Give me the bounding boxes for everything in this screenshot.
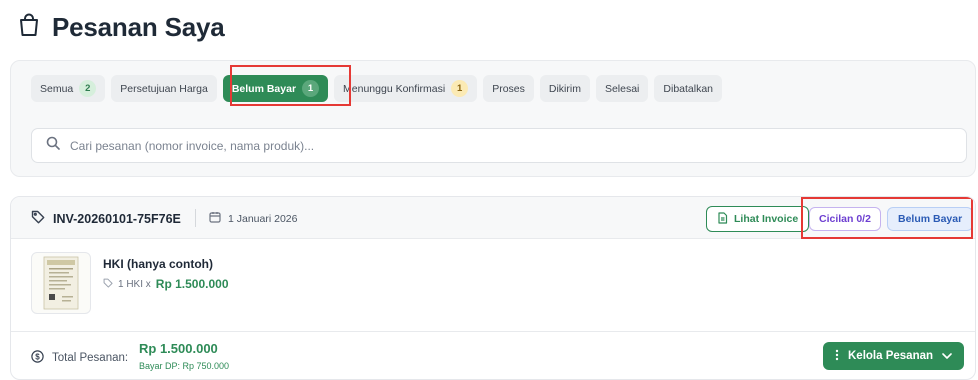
divider [195, 209, 196, 227]
svg-text:$: $ [35, 352, 40, 361]
more-vertical-icon [835, 349, 839, 364]
order-date: 1 Januari 2026 [209, 211, 297, 226]
tag-icon [103, 278, 113, 291]
tab-belum-bayar[interactable]: Belum Bayar 1 [222, 75, 329, 102]
invoice-number: INV-20260101-75F76E [53, 211, 181, 226]
total-label-group: $ Total Pesanan: [31, 350, 128, 366]
tab-label: Proses [492, 82, 525, 95]
dollar-circle-icon: $ [31, 350, 44, 366]
tab-dibatalkan[interactable]: Dibatalkan [654, 75, 723, 102]
tab-label: Belum Bayar [231, 82, 297, 95]
tab-count-badge: 2 [79, 80, 97, 97]
tag-icon [31, 210, 45, 227]
installment-badge: Cicilan 0/2 [809, 207, 881, 231]
manage-order-button[interactable]: Kelola Pesanan [823, 342, 965, 370]
view-invoice-button[interactable]: Lihat Invoice [706, 206, 810, 232]
tab-menunggu-konfirmasi[interactable]: Menunggu Konfirmasi 1 [334, 75, 478, 102]
filter-panel: Semua 2 Persetujuan Harga Belum Bayar 1 Menun… [10, 60, 976, 177]
tab-dikirim[interactable]: Dikirim [539, 75, 590, 102]
page-title: Pesanan Saya [52, 12, 225, 42]
tab-count-badge: 1 [302, 80, 320, 97]
tab-semua[interactable]: Semua 2 [31, 75, 106, 102]
total-label: Total Pesanan: [52, 352, 129, 364]
tab-label: Semua [40, 82, 74, 95]
product-quantity-price: 1 HKI x Rp 1.500.000 [103, 277, 229, 291]
tab-persetujuan-harga[interactable]: Persetujuan Harga [111, 75, 217, 102]
manage-order-label: Kelola Pesanan [848, 350, 934, 362]
product-price: Rp 1.500.000 [155, 277, 229, 291]
chevron-down-icon [942, 350, 952, 362]
search-input[interactable] [70, 138, 930, 153]
search-icon [46, 136, 60, 155]
order-date-text: 1 Januari 2026 [228, 212, 298, 225]
page-header: Pesanan Saya [18, 12, 225, 43]
view-invoice-label: Lihat Invoice [734, 213, 799, 225]
document-icon [717, 211, 728, 227]
product-quantity: 1 HKI x [118, 278, 151, 290]
status-badge: Belum Bayar [887, 207, 974, 231]
order-footer: $ Total Pesanan: Rp 1.500.000 Bayar DP: … [11, 331, 975, 379]
calendar-icon [209, 211, 221, 226]
tab-label: Menunggu Konfirmasi [343, 82, 446, 95]
product-name: HKI (hanya contoh) [103, 257, 213, 271]
shopping-bag-icon [18, 13, 40, 42]
product-thumbnail [31, 252, 91, 314]
tab-label: Persetujuan Harga [120, 82, 208, 95]
tab-label: Selesai [604, 82, 640, 95]
search-bar[interactable] [31, 128, 967, 163]
tab-proses[interactable]: Proses [483, 75, 534, 102]
order-header: INV-20260101-75F76E 1 Januari 2026 Lihat… [11, 197, 975, 239]
invoice-id: INV-20260101-75F76E [31, 210, 181, 227]
tab-selesai[interactable]: Selesai [595, 75, 649, 102]
tab-count-badge: 1 [451, 80, 469, 97]
tab-label: Dibatalkan [663, 82, 714, 95]
total-value: Rp 1.500.000 [139, 341, 218, 356]
order-card: INV-20260101-75F76E 1 Januari 2026 Lihat… [10, 196, 976, 380]
down-payment-text: Bayar DP: Rp 750.000 [139, 361, 230, 371]
status-tabs: Semua 2 Persetujuan Harga Belum Bayar 1 Menun… [31, 75, 723, 102]
tab-label: Dikirim [548, 82, 581, 95]
